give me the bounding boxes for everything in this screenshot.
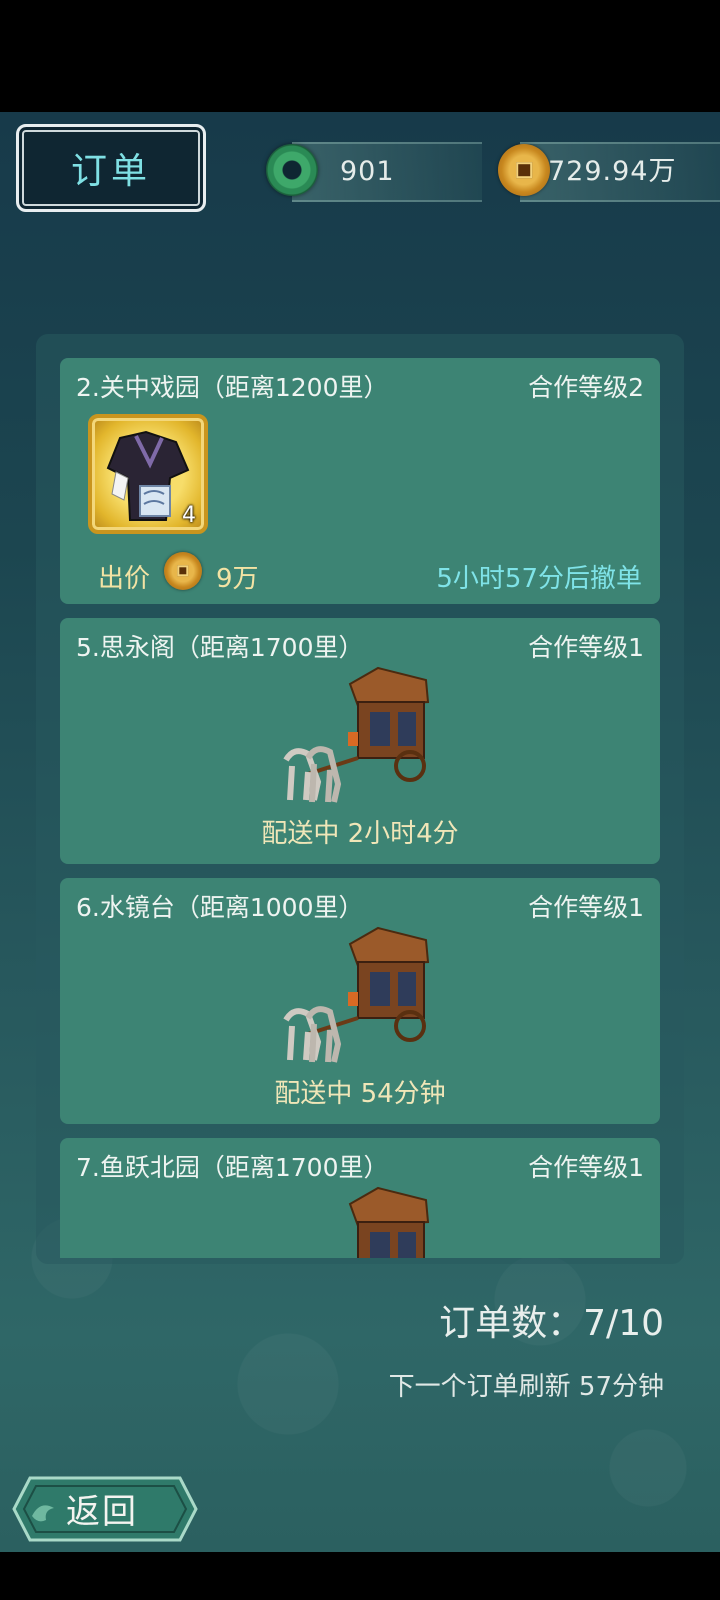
order-name: 7.鱼跃北园（距离1700里）: [76, 1153, 389, 1182]
item-quantity: 4: [182, 503, 196, 528]
price-value: 9万: [216, 564, 259, 594]
carriage-icon: [348, 1186, 430, 1258]
order-card[interactable]: 2.关中戏园（距离1200里） 合作等级2 4 出价 9万 5小时57分后撤单: [60, 358, 660, 604]
item-slot[interactable]: 4: [88, 414, 208, 534]
cooperation-level: 合作等级1: [528, 893, 644, 922]
cooperation-level: 合作等级1: [528, 633, 644, 662]
coin-amount: 729.94万: [548, 156, 677, 187]
order-screen: 订单 901 729.94万 2.关中戏园（距离1200里） 合作等级2 4 出…: [0, 112, 720, 1552]
price-label: 出价: [98, 564, 151, 594]
order-list[interactable]: 2.关中戏园（距离1200里） 合作等级2 4 出价 9万 5小时57分后撤单: [60, 358, 660, 1258]
refresh-countdown: 下一个订单刷新 57分钟: [388, 1372, 664, 1402]
order-card[interactable]: 6.水镜台（距离1000里） 合作等级1 配送中 54分钟: [60, 878, 660, 1124]
back-button[interactable]: 返回: [12, 1474, 198, 1544]
order-name: 5.思永阁（距离1700里）: [76, 633, 364, 662]
delivery-status: 配送中 2小时4分: [261, 819, 459, 849]
order-name: 6.水镜台（距离1000里）: [76, 893, 364, 922]
jade-amount: 901: [340, 156, 395, 187]
orders-count: 订单数：7/10: [439, 1303, 664, 1344]
jade-currency-bar: 901: [292, 142, 482, 202]
cooperation-level: 合作等级1: [528, 1153, 644, 1182]
cooperation-level: 合作等级2: [528, 373, 644, 402]
cancel-countdown: 5小时57分后撤单: [436, 564, 642, 594]
title-banner: 订单: [16, 124, 206, 212]
order-card[interactable]: 5.思永阁（距离1700里） 合作等级1 配送中 2小时4分: [60, 618, 660, 864]
coin-currency-bar: 729.94万: [520, 142, 720, 202]
carriage-icon: [283, 666, 430, 803]
order-name: 2.关中戏园（距离1200里）: [76, 373, 389, 402]
copper-coin-icon: [498, 144, 550, 196]
back-label: 返回: [66, 1492, 138, 1532]
delivery-status: 配送中 54分钟: [274, 1079, 446, 1109]
jade-ring-icon: [266, 144, 318, 196]
carriage-icon: [283, 926, 430, 1063]
copper-coin-icon: [164, 552, 202, 590]
order-card[interactable]: 7.鱼跃北园（距离1700里） 合作等级1: [60, 1138, 660, 1258]
page-title: 订单: [70, 151, 151, 192]
